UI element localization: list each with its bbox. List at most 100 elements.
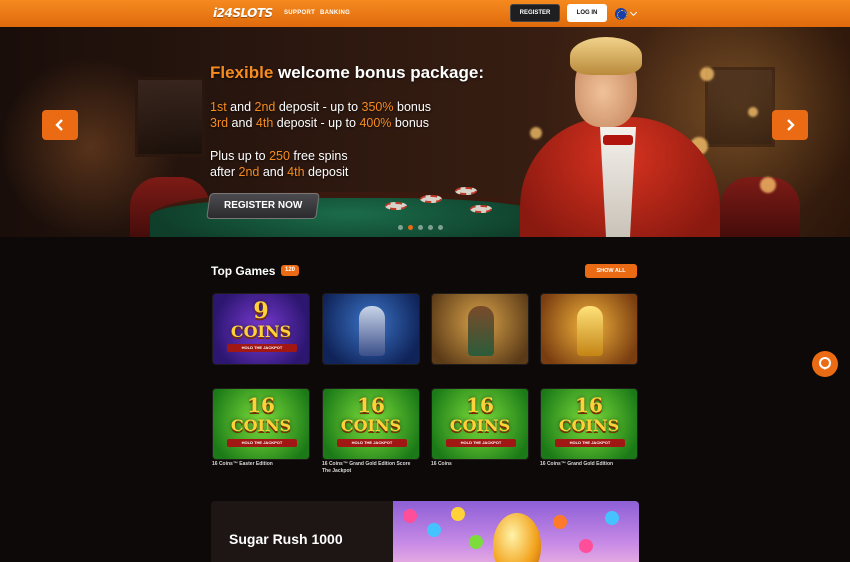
hero-text: and xyxy=(228,116,256,130)
game-tile[interactable]: 16 COINS HOLD THE JACKPOT xyxy=(212,388,310,460)
hero-text: 3rd xyxy=(210,116,229,130)
games-count-badge: 120 xyxy=(281,265,299,276)
game-name[interactable]: 16 Coins™ Grand Gold Edition xyxy=(540,461,640,468)
chevron-down-icon xyxy=(629,8,638,17)
game-art-title: 16 xyxy=(575,393,603,417)
register-now-button[interactable]: REGISTER NOW xyxy=(206,193,320,219)
candy-icon xyxy=(579,539,593,553)
hero-text: free spins xyxy=(289,149,348,163)
login-button[interactable]: LOG IN xyxy=(567,4,607,22)
hero-text: bonus xyxy=(391,116,429,130)
hero-text: Plus up to xyxy=(210,149,270,163)
game-tile[interactable]: 16 COINS HOLD THE JACKPOT xyxy=(540,388,638,460)
game-art-subtitle: COINS xyxy=(230,416,292,435)
show-all-button[interactable]: SHOW ALL xyxy=(585,264,637,278)
dealer-hair xyxy=(570,37,642,75)
game-art-band: HOLD THE JACKPOT xyxy=(555,439,625,447)
hero-bonus-line-1: 1st and 2nd deposit - up to 350% bonus xyxy=(210,100,431,114)
hero-text: and xyxy=(226,100,255,114)
light-bokeh xyxy=(748,107,758,117)
casino-chip xyxy=(455,187,477,195)
top-bar: i24SLOTS SUPPORT BANKING REGISTER LOG IN xyxy=(0,0,850,27)
explorer-figure xyxy=(468,306,494,356)
hero-title-rest: welcome bonus package: xyxy=(278,63,484,82)
featured-game-artwork xyxy=(393,501,639,562)
chevron-left-icon xyxy=(55,119,63,131)
hero-text: deposit - up to xyxy=(275,100,362,114)
game-art-subtitle: COINS xyxy=(449,416,511,435)
game-art-band: HOLD THE JACKPOT xyxy=(446,439,516,447)
hero-text: 2nd xyxy=(238,165,260,179)
light-bokeh xyxy=(530,127,542,139)
hero-text: 400% xyxy=(359,116,392,130)
featured-game-title: Sugar Rush 1000 xyxy=(229,531,343,547)
chevron-right-icon xyxy=(787,119,795,131)
candy-icon xyxy=(451,507,465,521)
game-art-title: 16 xyxy=(466,393,494,417)
candy-icon xyxy=(605,511,619,525)
carousel-dots xyxy=(398,225,443,230)
site-logo[interactable]: i24SLOTS xyxy=(213,6,273,21)
eu-flag-icon xyxy=(615,8,627,20)
game-tile[interactable] xyxy=(322,293,420,365)
carousel-dot[interactable] xyxy=(408,225,413,230)
candy-icon xyxy=(553,515,567,529)
game-art-band: HOLD THE JACKPOT xyxy=(337,439,407,447)
golden-egg xyxy=(493,513,541,562)
hero-text: deposit xyxy=(304,165,349,179)
background-window xyxy=(705,67,775,147)
wizard-figure xyxy=(359,306,385,356)
featured-game-banner[interactable]: Sugar Rush 1000 xyxy=(211,501,639,562)
candy-icon xyxy=(427,523,441,537)
live-chat-button[interactable] xyxy=(812,351,838,377)
hero-spins-line-2: after 2nd and 4th deposit xyxy=(210,165,348,179)
hero-text: 4th xyxy=(287,165,305,179)
game-tile[interactable]: 9 COINS HOLD THE JACKPOT xyxy=(212,293,310,365)
game-name[interactable]: 16 Coins xyxy=(431,461,531,468)
game-art-band: HOLD THE JACKPOT xyxy=(227,344,297,352)
light-bokeh xyxy=(700,67,714,81)
hero-title: Flexible welcome bonus package: xyxy=(210,63,484,83)
game-art-subtitle: COINS xyxy=(558,416,620,435)
dealer-bow-tie xyxy=(603,135,633,145)
casino-chip xyxy=(420,195,442,203)
carousel-dot[interactable] xyxy=(428,225,433,230)
hero-text: 250 xyxy=(269,149,290,163)
chat-bubble-icon xyxy=(819,357,831,370)
game-tile[interactable]: 16 COINS HOLD THE JACKPOT xyxy=(322,388,420,460)
game-art-title: 16 xyxy=(357,393,385,417)
game-tile[interactable] xyxy=(431,293,529,365)
game-tile[interactable] xyxy=(540,293,638,365)
game-art-title: 9 xyxy=(253,298,269,324)
light-bokeh xyxy=(760,177,776,193)
game-art-band: HOLD THE JACKPOT xyxy=(227,439,297,447)
language-selector[interactable] xyxy=(615,7,641,21)
game-name[interactable]: 16 Coins™ Grand Gold Edition Score The J… xyxy=(322,461,414,475)
pharaoh-figure xyxy=(577,306,603,356)
casino-chip xyxy=(385,202,407,210)
background-window xyxy=(135,77,205,157)
top-games-title: Top Games xyxy=(211,264,276,278)
carousel-dot[interactable] xyxy=(438,225,443,230)
hero-banner: Flexible welcome bonus package: 1st and … xyxy=(0,27,850,237)
register-now-label: REGISTER NOW xyxy=(223,200,303,211)
game-art-subtitle: COINS xyxy=(230,322,292,341)
hero-text: deposit - up to xyxy=(273,116,360,130)
game-name[interactable]: 16 Coins™ Easter Edition xyxy=(212,461,312,468)
candy-icon xyxy=(403,509,417,523)
game-art-subtitle: COINS xyxy=(340,416,402,435)
hero-title-accent: Flexible xyxy=(210,63,274,82)
nav-banking-link[interactable]: BANKING xyxy=(320,10,350,16)
carousel-dot[interactable] xyxy=(418,225,423,230)
carousel-next-button[interactable] xyxy=(772,110,808,140)
carousel-dot[interactable] xyxy=(398,225,403,230)
hero-text: after xyxy=(210,165,239,179)
hero-spins-line-1: Plus up to 250 free spins xyxy=(210,149,348,163)
game-tile[interactable]: 16 COINS HOLD THE JACKPOT xyxy=(431,388,529,460)
carousel-prev-button[interactable] xyxy=(42,110,78,140)
register-button[interactable]: REGISTER xyxy=(510,4,560,22)
hero-text: and xyxy=(259,165,288,179)
nav-support-link[interactable]: SUPPORT xyxy=(284,10,315,16)
casino-chip xyxy=(470,205,492,213)
game-art-title: 16 xyxy=(247,393,275,417)
